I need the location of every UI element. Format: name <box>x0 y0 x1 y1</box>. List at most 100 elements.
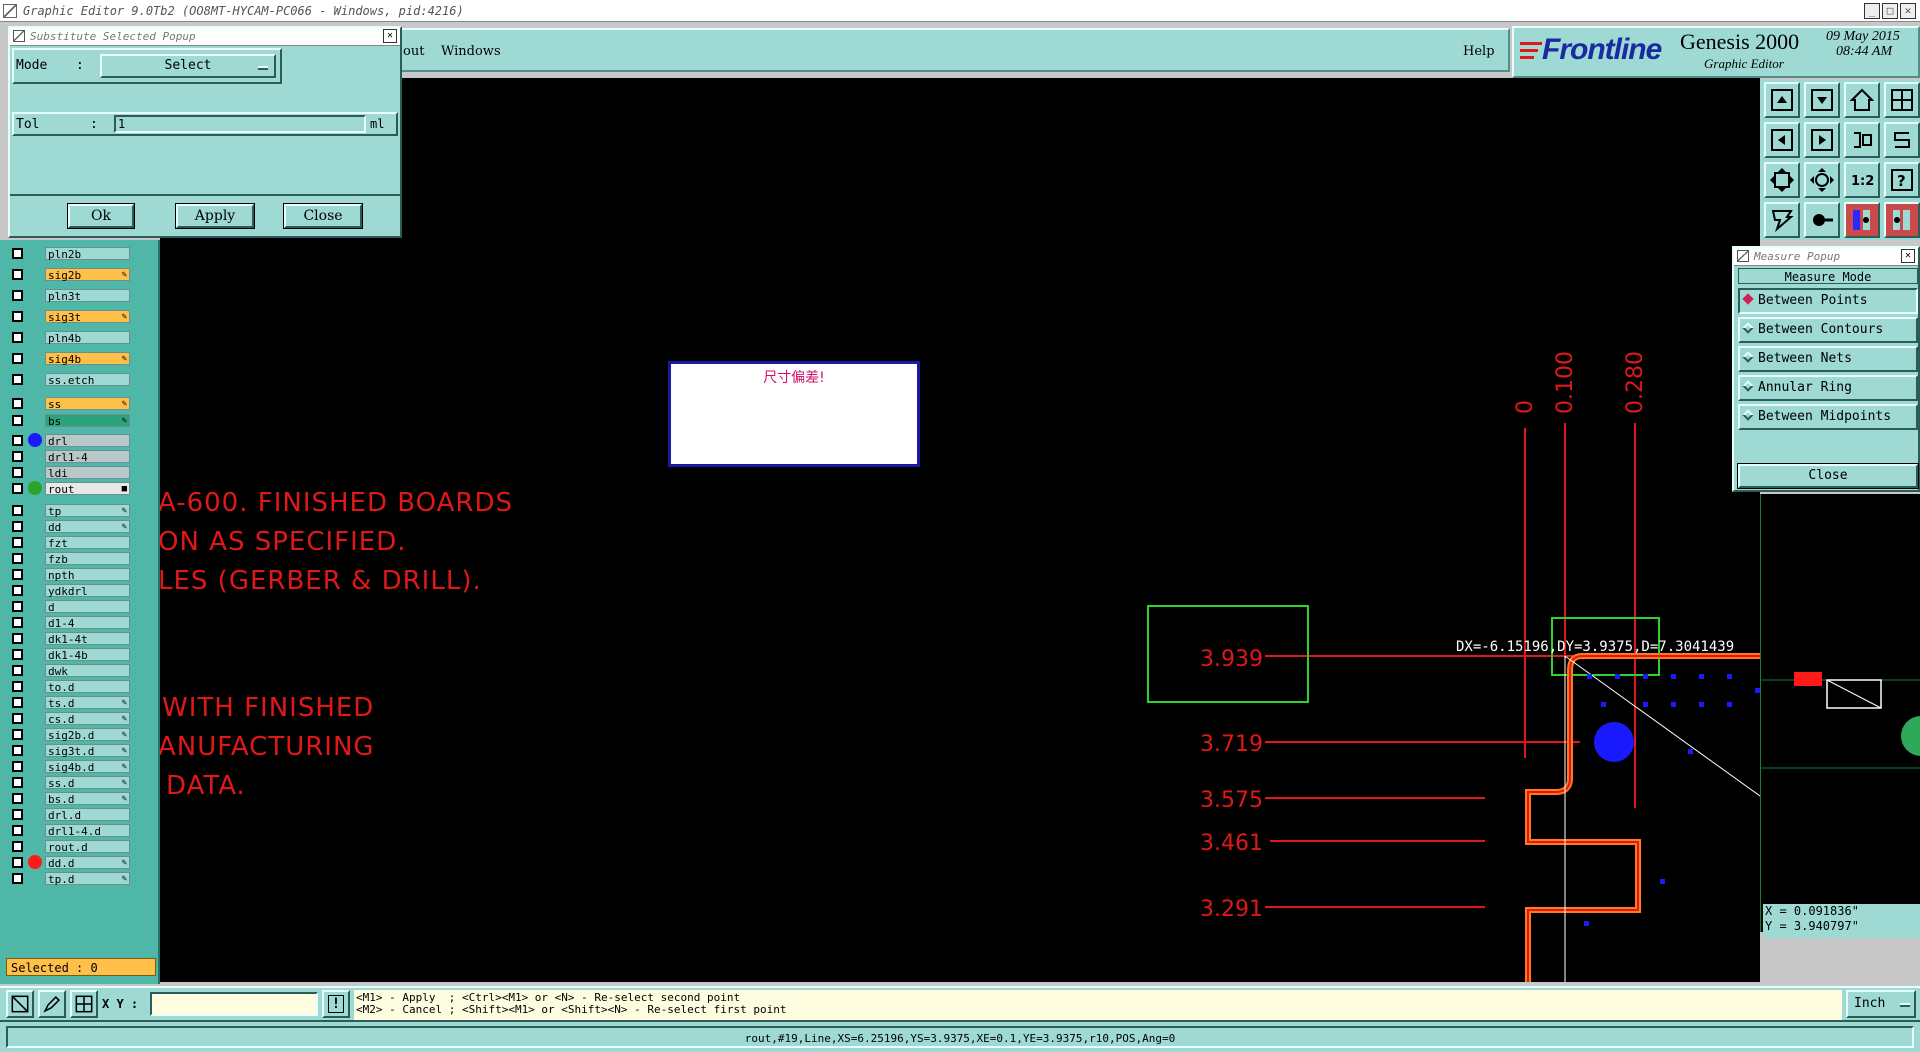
measure-option[interactable]: Annular Ring <box>1738 375 1918 401</box>
layer-name[interactable]: tp.d ✎ <box>45 871 130 886</box>
mode-select[interactable]: Select <box>100 54 276 78</box>
tool-button[interactable] <box>1844 202 1880 238</box>
layer-row[interactable]: sig4b.d ✎ <box>12 759 130 774</box>
layer-checkbox[interactable] <box>12 268 23 280</box>
layer-name[interactable]: to.d <box>45 679 130 694</box>
layer-checkbox[interactable] <box>12 632 23 644</box>
layer-name[interactable]: rout.d <box>45 839 130 854</box>
layer-checkbox[interactable] <box>12 397 23 409</box>
layer-checkbox[interactable] <box>12 760 23 772</box>
layer-checkbox[interactable] <box>12 352 23 364</box>
layer-name[interactable]: drl1-4.d <box>45 823 130 838</box>
layer-row[interactable]: to.d <box>12 679 130 694</box>
layer-checkbox[interactable] <box>12 520 23 532</box>
tool-button[interactable] <box>1884 122 1920 158</box>
layer-row[interactable]: cs.d ✎ <box>12 711 130 726</box>
layer-checkbox[interactable] <box>12 680 23 692</box>
layer-name[interactable]: sig4b.d ✎ <box>45 759 130 774</box>
layer-row[interactable]: rout.d <box>12 839 130 854</box>
tool-button[interactable] <box>70 990 98 1018</box>
layer-name[interactable]: sig3t.d ✎ <box>45 743 130 758</box>
layer-checkbox[interactable] <box>12 808 23 820</box>
layer-row[interactable]: drl1-4.d <box>12 823 130 838</box>
layer-name[interactable]: d1-4 <box>45 615 130 630</box>
layer-checkbox[interactable] <box>12 728 23 740</box>
layer-checkbox[interactable] <box>12 600 23 612</box>
layer-checkbox[interactable] <box>12 536 23 548</box>
layer-checkbox[interactable] <box>12 664 23 676</box>
layer-checkbox[interactable] <box>12 568 23 580</box>
layer-checkbox[interactable] <box>12 696 23 708</box>
layer-row[interactable]: tp ✎ <box>12 503 130 518</box>
layer-row[interactable]: ss.d ✎ <box>12 775 130 790</box>
layer-name[interactable]: drl.d <box>45 807 130 822</box>
layer-name[interactable]: sig2b.d ✎ <box>45 727 130 742</box>
layer-checkbox[interactable] <box>12 331 23 343</box>
layer-name[interactable]: ts.d ✎ <box>45 695 130 710</box>
layer-name[interactable]: sig3t ✎ <box>45 309 130 324</box>
layer-checkbox[interactable] <box>12 310 23 322</box>
layer-row[interactable]: tp.d ✎ <box>12 871 130 886</box>
layer-name[interactable]: pln3t <box>45 288 130 303</box>
layer-checkbox[interactable] <box>12 648 23 660</box>
layer-name[interactable]: ss.d ✎ <box>45 775 130 790</box>
layer-name[interactable]: ydkdrl <box>45 583 130 598</box>
layer-row[interactable]: dwk <box>12 663 130 678</box>
tool-button[interactable] <box>1884 82 1920 118</box>
layer-name[interactable]: dd ✎ <box>45 519 130 534</box>
layer-checkbox[interactable] <box>12 434 23 446</box>
tool-button[interactable] <box>1764 82 1800 118</box>
layer-row[interactable]: drl1-4 <box>12 449 130 464</box>
apply-button[interactable]: Apply <box>175 203 255 229</box>
menu-windows[interactable]: Windows <box>441 44 501 59</box>
mini-view[interactable]: X = 0.091836" Y = 3.940797" <box>1760 494 1920 938</box>
layer-checkbox[interactable] <box>12 616 23 628</box>
layer-name[interactable]: npth <box>45 567 130 582</box>
layer-name[interactable]: cs.d ✎ <box>45 711 130 726</box>
layer-row[interactable]: ts.d ✎ <box>12 695 130 710</box>
layer-name[interactable]: rout ■ <box>45 481 130 496</box>
layer-row[interactable]: bs ✎ <box>12 413 130 428</box>
layer-row[interactable]: d1-4 <box>12 615 130 630</box>
layer-checkbox[interactable] <box>12 840 23 852</box>
tool-button[interactable] <box>6 990 34 1018</box>
units-select[interactable]: Inch <box>1846 990 1916 1018</box>
layer-name[interactable]: drl1-4 <box>45 449 130 464</box>
layer-checkbox[interactable] <box>12 450 23 462</box>
layer-checkbox[interactable] <box>12 504 23 516</box>
layer-row[interactable]: sig2b ✎ <box>12 267 130 282</box>
layer-name[interactable]: bs.d ✎ <box>45 791 130 806</box>
xy-input[interactable] <box>150 992 318 1016</box>
substitute-close-icon[interactable]: ✕ <box>383 29 397 43</box>
menu-rout[interactable]: out <box>403 44 424 59</box>
layer-name[interactable]: pln2b <box>45 246 130 261</box>
layer-row[interactable]: ss ✎ <box>12 396 130 411</box>
layer-checkbox[interactable] <box>12 247 23 259</box>
tool-button[interactable] <box>1764 202 1800 238</box>
tool-button[interactable]: ! <box>322 990 350 1018</box>
layer-name[interactable]: dd.d ✎ <box>45 855 130 870</box>
layer-row[interactable]: pln3t <box>12 288 130 303</box>
layer-row[interactable]: ldi <box>12 465 130 480</box>
layer-checkbox[interactable] <box>12 712 23 724</box>
tool-button[interactable] <box>1804 162 1840 198</box>
layer-row[interactable]: bs.d ✎ <box>12 791 130 806</box>
layer-checkbox[interactable] <box>12 792 23 804</box>
layer-name[interactable]: drl <box>45 433 130 448</box>
tool-button[interactable] <box>38 990 66 1018</box>
layer-row[interactable]: drl.d <box>12 807 130 822</box>
layer-row[interactable]: sig4b ✎ <box>12 351 130 366</box>
layer-row[interactable]: rout ■ <box>12 481 130 496</box>
tool-button[interactable] <box>1804 202 1840 238</box>
layer-row[interactable]: sig3t ✎ <box>12 309 130 324</box>
layer-row[interactable]: sig2b.d ✎ <box>12 727 130 742</box>
layer-name[interactable]: ss.etch <box>45 372 130 387</box>
measure-option[interactable]: Between Nets <box>1738 346 1918 372</box>
measure-option[interactable]: Between Midpoints <box>1738 404 1918 430</box>
layer-row[interactable]: drl <box>12 433 130 448</box>
tool-button[interactable] <box>1844 82 1880 118</box>
layer-row[interactable]: fzt <box>12 535 130 550</box>
minimize-icon[interactable]: _ <box>1864 2 1880 19</box>
layer-row[interactable]: pln4b <box>12 330 130 345</box>
layer-name[interactable]: ldi <box>45 465 130 480</box>
